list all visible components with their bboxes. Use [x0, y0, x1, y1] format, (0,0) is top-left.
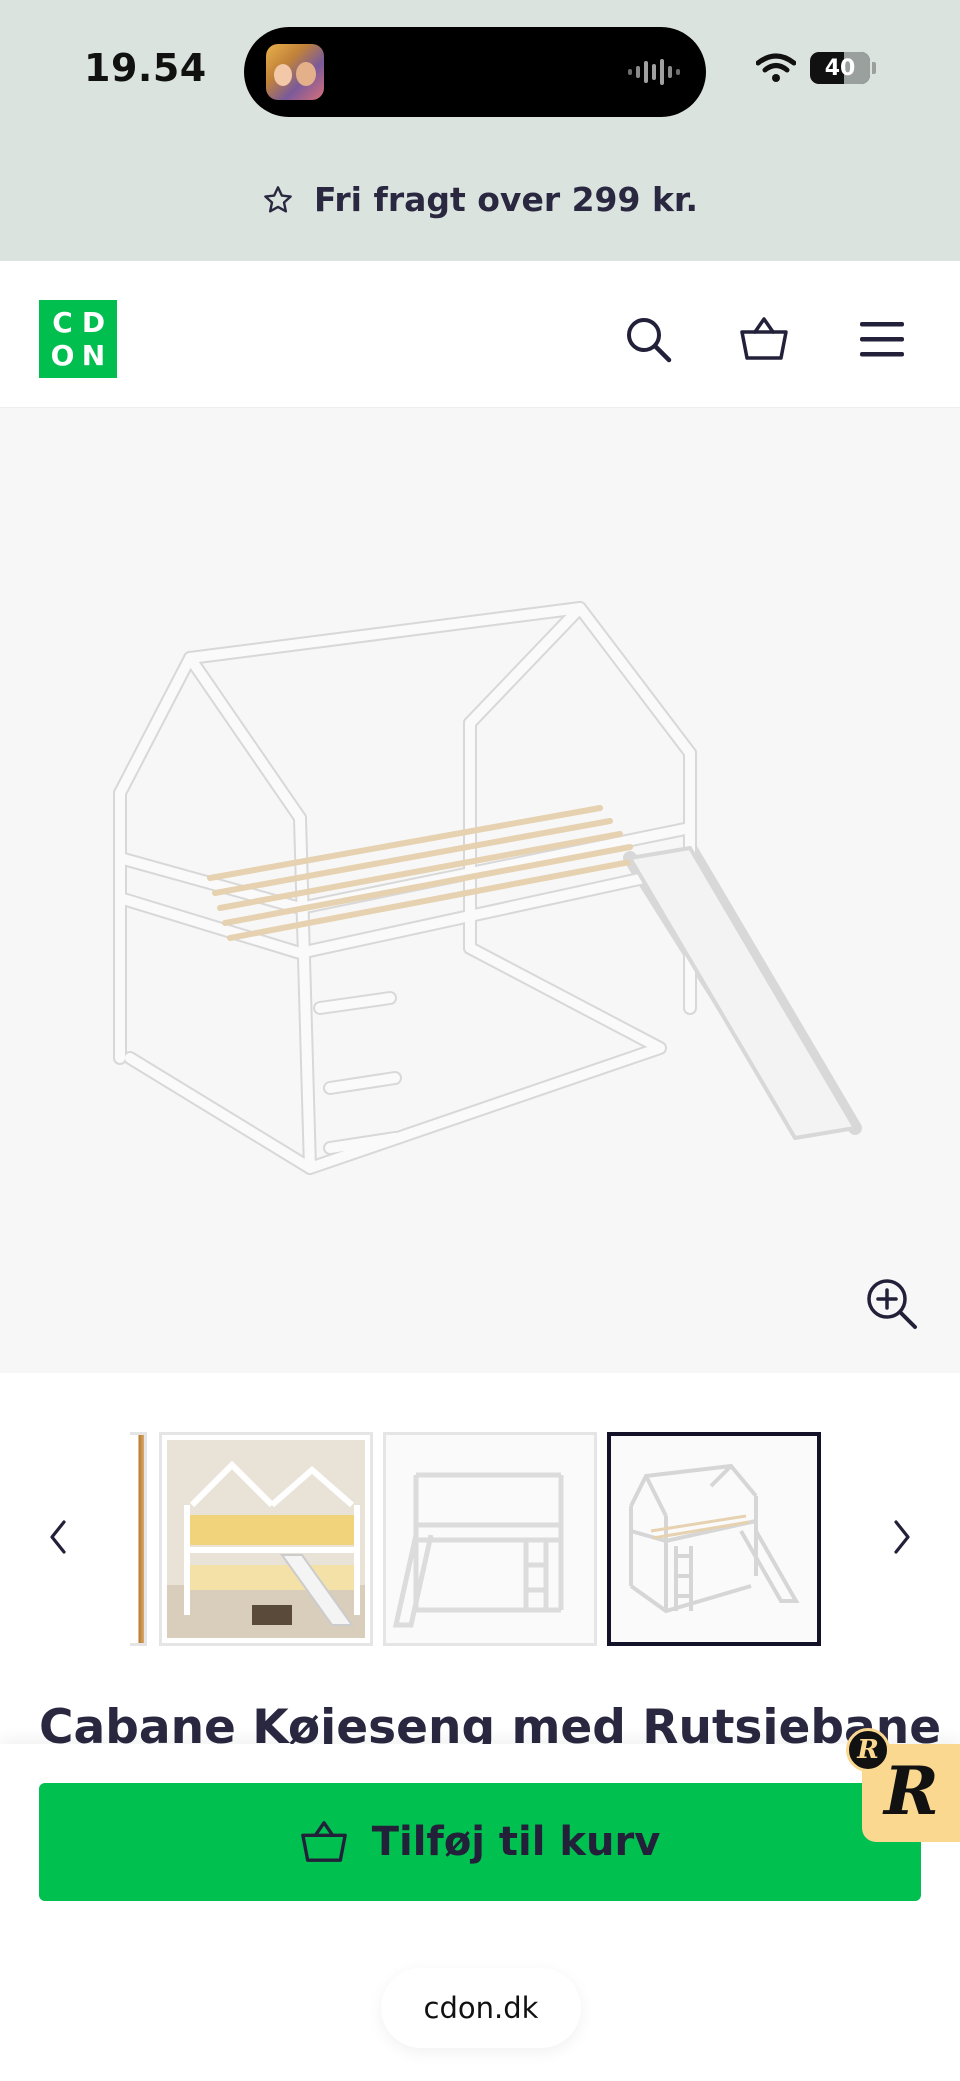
- basket-icon: [300, 1821, 347, 1862]
- rewards-extension-dot: R: [846, 1728, 890, 1772]
- battery-tip: [872, 62, 876, 74]
- zoom-in-icon[interactable]: [864, 1276, 920, 1332]
- dynamic-island[interactable]: [244, 27, 706, 117]
- audio-wave-icon: [628, 59, 680, 85]
- menu-icon: [860, 322, 904, 357]
- free-shipping-banner: Fri fragt over 299 kr.: [0, 180, 960, 219]
- search-button[interactable]: [618, 309, 678, 369]
- add-to-cart-button[interactable]: Tilføj til kurv: [39, 1783, 921, 1901]
- browser-url-bar[interactable]: cdon.dk: [381, 1968, 581, 2048]
- chevron-right-icon: [894, 1520, 910, 1554]
- basket-icon: [740, 317, 788, 360]
- bunk-bed-illustration: [113, 601, 862, 1175]
- battery-indicator: 40: [810, 52, 870, 84]
- status-icons: 40: [756, 52, 876, 84]
- star-icon: [264, 185, 292, 213]
- status-time: 19.54: [84, 46, 207, 90]
- cdon-logo[interactable]: C D O N: [39, 300, 117, 378]
- promo-text: Fri fragt over 299 kr.: [313, 180, 699, 219]
- thumbnail-partial[interactable]: [130, 1432, 147, 1646]
- product-main-image[interactable]: [0, 408, 960, 1373]
- wifi-icon: [756, 53, 796, 82]
- thumbnail-next-button[interactable]: [882, 1512, 922, 1562]
- add-to-cart-label: Tilføj til kurv: [371, 1819, 661, 1865]
- chevron-left-icon: [50, 1520, 66, 1554]
- now-playing-artwork: [266, 44, 324, 100]
- basket-button[interactable]: [734, 309, 794, 369]
- menu-button[interactable]: [852, 309, 912, 369]
- thumbnail-prev-button[interactable]: [38, 1512, 78, 1562]
- bunk-bed-thumbnail-image: [611, 1436, 817, 1642]
- thumbnail-room-scene[interactable]: [159, 1432, 373, 1646]
- thumbnail-white-background[interactable]: [607, 1432, 821, 1646]
- thumbnail-side-view[interactable]: [383, 1432, 597, 1646]
- bunk-bed-side-view-image: [386, 1435, 594, 1643]
- site-header: C D O N: [0, 261, 960, 408]
- search-icon: [627, 318, 672, 363]
- bunk-bed-room-scene-image: [167, 1440, 365, 1638]
